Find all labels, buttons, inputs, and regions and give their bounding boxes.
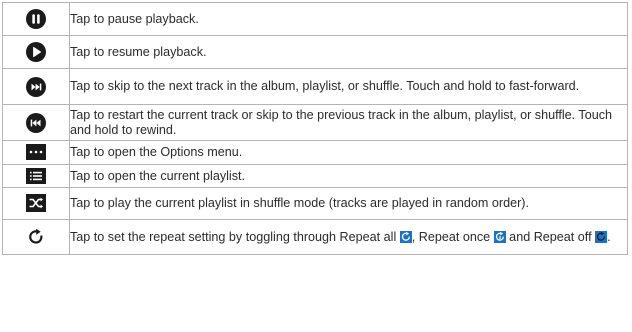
- pause-icon: [26, 9, 46, 29]
- icon-cell: [2, 164, 70, 188]
- previous-track-icon: [26, 112, 46, 133]
- row-description: Tap to pause playback.: [69, 2, 628, 36]
- table-row: Tap to pause playback.: [2, 2, 628, 36]
- options-menu-icon: [26, 144, 46, 161]
- repeat-icon: [27, 228, 45, 246]
- table-row: Tap to resume playback.: [2, 35, 628, 69]
- row-description: Tap to set the repeat setting by togglin…: [69, 219, 628, 255]
- repeat-text-c: and Repeat off: [505, 229, 596, 244]
- table-row: Tap to open the current playlist.: [2, 164, 628, 188]
- icon-cell: [2, 187, 70, 220]
- next-track-icon: [26, 76, 46, 97]
- icon-cell: [2, 140, 70, 165]
- icon-cell: [2, 219, 70, 255]
- icon-cell: [2, 35, 70, 69]
- table-row: Tap to skip to the next track in the alb…: [2, 68, 628, 105]
- row-description: Tap to skip to the next track in the alb…: [69, 68, 628, 105]
- repeat-all-icon: [399, 230, 412, 243]
- table-row: Tap to set the repeat setting by togglin…: [2, 219, 628, 255]
- playback-controls-table: Tap to pause playback. Tap to resume pla…: [2, 2, 628, 255]
- repeat-text-d: .: [607, 229, 611, 244]
- repeat-once-icon: [493, 230, 506, 243]
- repeat-text-b: , Repeat once: [411, 229, 494, 244]
- icon-cell: [2, 104, 70, 141]
- icon-cell: [2, 2, 70, 36]
- row-description: Tap to open the Options menu.: [69, 140, 628, 165]
- repeat-text-a: Tap to set the repeat setting by togglin…: [70, 229, 400, 244]
- row-description: Tap to restart the current track or skip…: [69, 104, 628, 141]
- icon-cell: [2, 68, 70, 105]
- play-icon: [26, 42, 46, 62]
- repeat-off-icon: [595, 230, 608, 243]
- table-row: Tap to open the Options menu.: [2, 140, 628, 165]
- row-description: Tap to resume playback.: [69, 35, 628, 69]
- shuffle-icon: [26, 194, 46, 213]
- table-row: Tap to restart the current track or skip…: [2, 104, 628, 141]
- playlist-icon: [26, 167, 46, 184]
- row-description: Tap to play the current playlist in shuf…: [69, 187, 628, 220]
- row-description: Tap to open the current playlist.: [69, 164, 628, 188]
- table-row: Tap to play the current playlist in shuf…: [2, 187, 628, 220]
